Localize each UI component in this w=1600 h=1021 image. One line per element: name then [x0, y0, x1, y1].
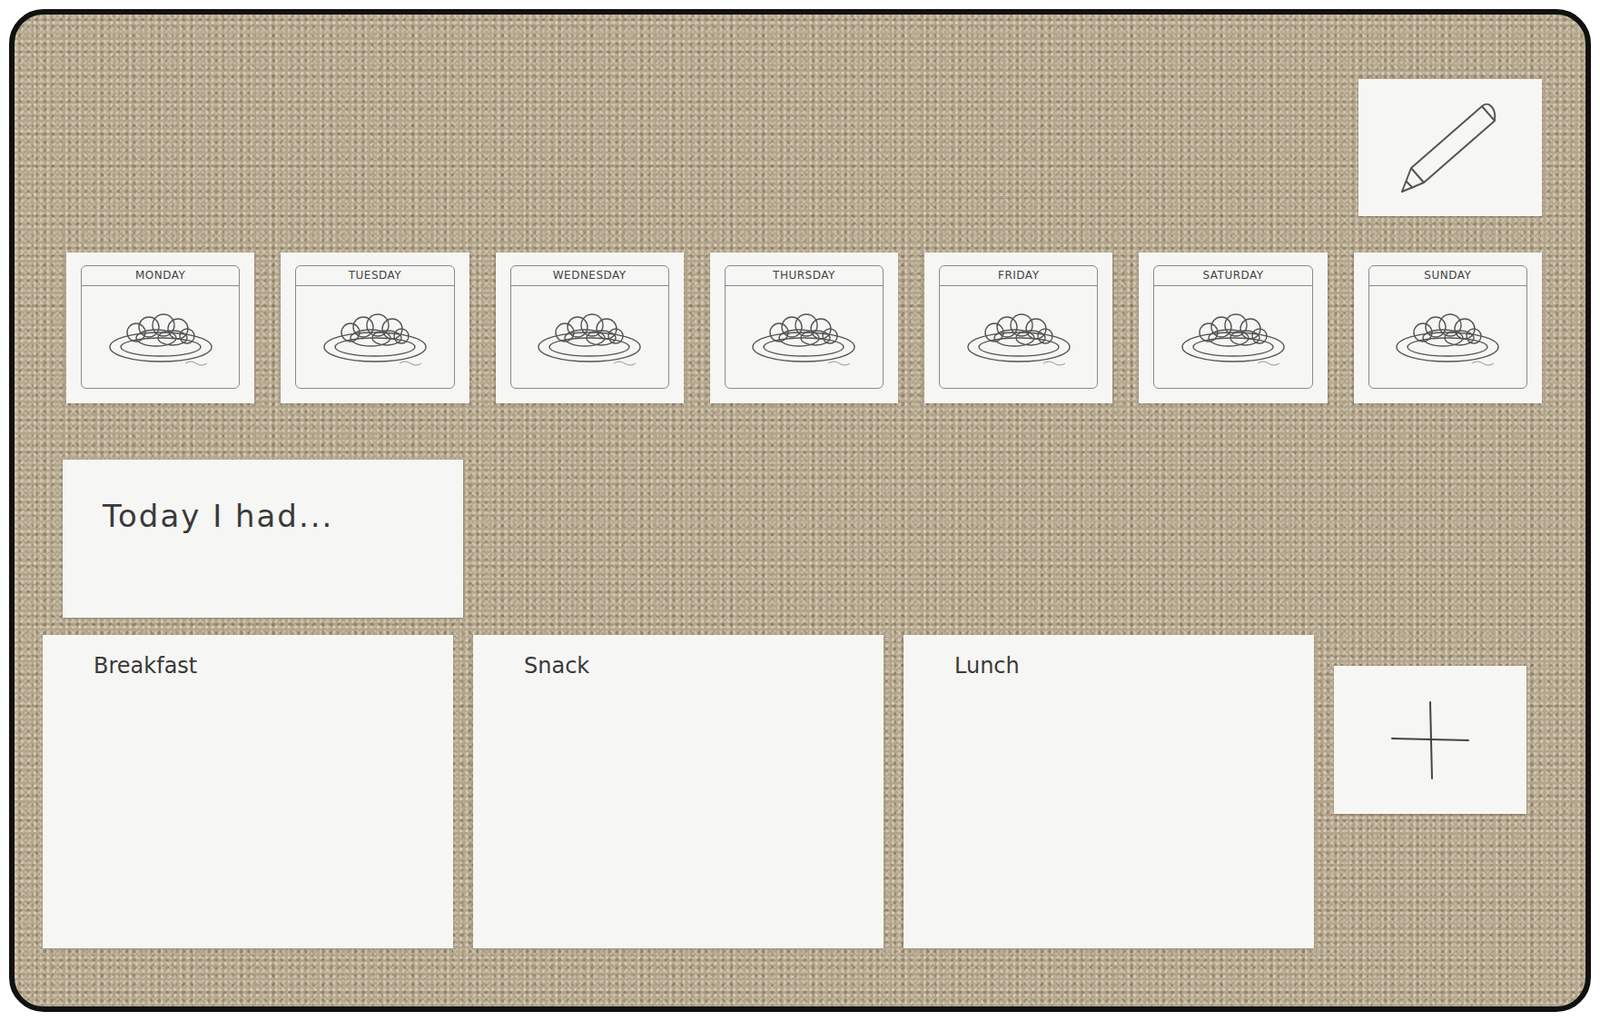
- day-label: SATURDAY: [1154, 266, 1312, 287]
- day-frame: WEDNESDAY: [510, 265, 670, 389]
- plus-icon: [1384, 694, 1476, 786]
- meal-label: Lunch: [954, 652, 1020, 679]
- day-label: WEDNESDAY: [511, 266, 669, 287]
- day-card[interactable]: THURSDAY: [710, 252, 899, 404]
- day-label: TUESDAY: [296, 266, 454, 287]
- top-row: [66, 79, 1542, 217]
- meal-card[interactable]: Breakfast: [42, 634, 454, 949]
- edit-button[interactable]: [1358, 79, 1542, 217]
- day-card[interactable]: MONDAY: [66, 252, 255, 404]
- day-body: [1154, 286, 1312, 388]
- day-body: [1369, 286, 1527, 388]
- day-frame: FRIDAY: [938, 265, 1098, 389]
- day-body: [939, 286, 1097, 388]
- day-frame: SUNDAY: [1368, 265, 1528, 389]
- day-frame: MONDAY: [80, 265, 240, 389]
- screen-frame: MONDAY TUESDAY WEDNESDAY THURSDAY FRIDAY SATU…: [9, 9, 1591, 1012]
- pencil-icon: [1391, 93, 1510, 203]
- day-frame: SATURDAY: [1153, 265, 1313, 389]
- day-frame: TUESDAY: [295, 265, 455, 389]
- meal-plate-icon: [316, 305, 435, 369]
- meal-plate-icon: [1388, 305, 1507, 369]
- meal-plate-icon: [530, 305, 649, 369]
- day-body: [296, 286, 454, 388]
- meal-card[interactable]: Snack: [473, 634, 884, 949]
- day-label: MONDAY: [81, 266, 239, 287]
- day-body: [81, 286, 239, 388]
- page: MONDAY TUESDAY WEDNESDAY THURSDAY FRIDAY SATU…: [0, 0, 1600, 1021]
- meal-plate-icon: [744, 305, 863, 369]
- day-label: FRIDAY: [939, 266, 1097, 287]
- day-card[interactable]: WEDNESDAY: [495, 252, 684, 404]
- meal-plate-icon: [959, 305, 1078, 369]
- day-card[interactable]: FRIDAY: [924, 252, 1113, 404]
- day-body: [725, 286, 883, 388]
- summary-title: Today I had...: [62, 459, 464, 618]
- day-card[interactable]: SUNDAY: [1353, 252, 1542, 404]
- meal-label: Breakfast: [93, 652, 198, 679]
- day-row: MONDAY TUESDAY WEDNESDAY THURSDAY FRIDAY SATU…: [66, 252, 1542, 404]
- day-label: SUNDAY: [1369, 266, 1527, 287]
- meal-card[interactable]: Lunch: [903, 634, 1314, 949]
- add-meal-button[interactable]: [1333, 665, 1527, 814]
- meal-plate-icon: [1174, 305, 1293, 369]
- meal-label: Snack: [523, 652, 590, 679]
- day-label: THURSDAY: [725, 266, 883, 287]
- meal-plate-icon: [101, 305, 220, 369]
- day-body: [511, 286, 669, 388]
- day-card[interactable]: SATURDAY: [1138, 252, 1327, 404]
- day-card[interactable]: TUESDAY: [280, 252, 469, 404]
- meal-row: Breakfast Snack Lunch: [42, 634, 1542, 949]
- day-frame: THURSDAY: [724, 265, 884, 389]
